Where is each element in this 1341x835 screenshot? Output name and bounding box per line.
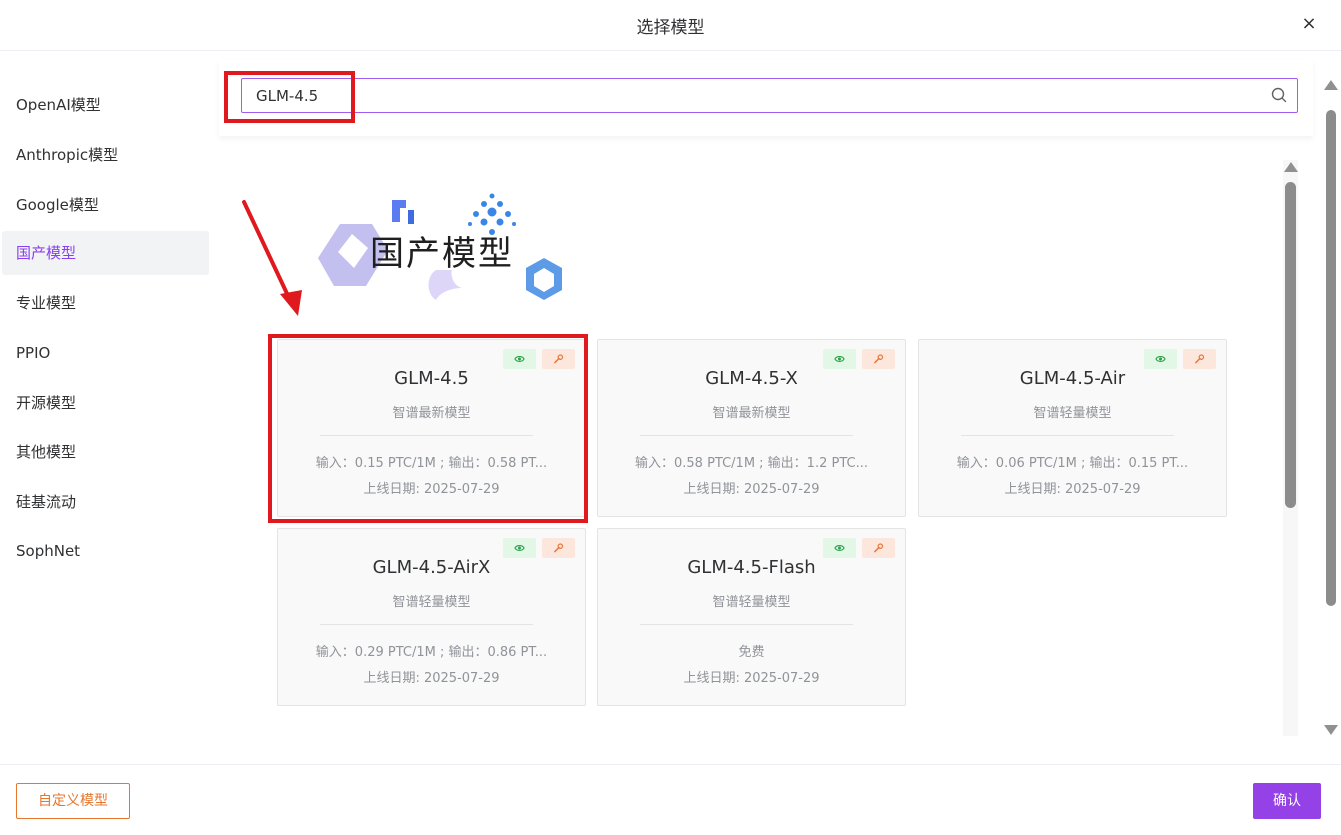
config-button[interactable] xyxy=(1183,349,1216,369)
wrench-icon xyxy=(874,354,884,364)
view-button[interactable] xyxy=(1144,349,1177,369)
wrench-icon xyxy=(554,543,564,553)
model-release-date: 上线日期: 2025-07-29 xyxy=(683,671,820,686)
divider xyxy=(640,624,853,625)
model-description: 智谱轻量模型 xyxy=(712,595,791,610)
config-button[interactable] xyxy=(862,538,895,558)
view-button[interactable] xyxy=(823,538,856,558)
model-price: 输入：0.29 PTC/1M ; 输出：0.86 PT... xyxy=(315,645,548,660)
confirm-button[interactable]: 确认 xyxy=(1253,783,1321,819)
category-banner: 国产模型 xyxy=(310,188,570,313)
eye-icon xyxy=(834,545,845,551)
dialog-title: 选择模型 xyxy=(636,18,705,38)
eye-icon xyxy=(1155,356,1166,362)
model-card-glm-4-5-x[interactable]: GLM-4.5-X 智谱最新模型 输入：0.58 PTC/1M ; 输出：1.2… xyxy=(597,339,906,517)
sidebar-item-professional[interactable]: 专业模型 xyxy=(2,281,209,325)
model-card-glm-4-5-air[interactable]: GLM-4.5-Air 智谱轻量模型 输入：0.06 PTC/1M ; 输出：0… xyxy=(918,339,1227,517)
annotation-highlight-card xyxy=(268,334,588,523)
scroll-down-arrow-icon[interactable] xyxy=(1324,725,1338,735)
eye-icon xyxy=(834,356,845,362)
wrench-icon xyxy=(874,543,884,553)
divider xyxy=(640,435,853,436)
model-release-date: 上线日期: 2025-07-29 xyxy=(683,482,820,497)
sidebar-item-siliconflow[interactable]: 硅基流动 xyxy=(2,480,209,524)
model-price: 免费 xyxy=(738,645,765,660)
dialog-header: 选择模型 × xyxy=(0,0,1341,51)
divider xyxy=(320,624,533,625)
banner-title: 国产模型 xyxy=(370,234,514,274)
config-button[interactable] xyxy=(542,538,575,558)
model-name: GLM-4.5-AirX xyxy=(372,557,491,578)
custom-model-button[interactable]: 自定义模型 xyxy=(16,783,130,819)
model-release-date: 上线日期: 2025-07-29 xyxy=(1004,482,1141,497)
view-button[interactable] xyxy=(503,538,536,558)
close-icon[interactable]: × xyxy=(1297,12,1321,36)
model-card-glm-4-5-flash[interactable]: GLM-4.5-Flash 智谱轻量模型 免费 上线日期: 2025-07-29 xyxy=(597,528,906,706)
search-field xyxy=(241,78,1298,113)
sidebar-item-open-source[interactable]: 开源模型 xyxy=(2,381,209,425)
scroll-up-arrow-icon[interactable] xyxy=(1284,162,1298,172)
search-bar-container xyxy=(219,60,1313,136)
model-card-glm-4-5-airx[interactable]: GLM-4.5-AirX 智谱轻量模型 输入：0.29 PTC/1M ; 输出：… xyxy=(277,528,586,706)
annotation-highlight-search xyxy=(224,71,355,123)
dialog-footer: 自定义模型 确认 xyxy=(0,764,1341,835)
scroll-up-arrow-icon[interactable] xyxy=(1324,80,1338,90)
outer-scrollbar[interactable] xyxy=(1324,80,1338,735)
sidebar-item-openai[interactable]: OpenAI模型 xyxy=(2,83,209,127)
model-price: 输入：0.06 PTC/1M ; 输出：0.15 PT... xyxy=(956,456,1189,471)
annotation-arrow-icon xyxy=(242,200,302,316)
sidebar-item-sophnet[interactable]: SophNet xyxy=(2,529,209,573)
eye-icon xyxy=(514,545,525,551)
sidebar-item-domestic[interactable]: 国产模型 xyxy=(2,231,209,275)
view-button[interactable] xyxy=(823,349,856,369)
config-button[interactable] xyxy=(862,349,895,369)
sidebar-item-ppio[interactable]: PPIO xyxy=(2,331,209,375)
sidebar-item-google[interactable]: Google模型 xyxy=(2,183,209,227)
search-icon[interactable] xyxy=(1269,85,1289,105)
wrench-icon xyxy=(1195,354,1205,364)
scrollbar-thumb[interactable] xyxy=(1285,182,1296,508)
model-description: 智谱轻量模型 xyxy=(1033,406,1112,421)
scrollbar-thumb[interactable] xyxy=(1326,110,1336,606)
model-list-scrollbar[interactable] xyxy=(1283,160,1298,736)
model-price: 输入：0.58 PTC/1M ; 输出：1.2 PTC... xyxy=(635,456,868,471)
sidebar-item-other[interactable]: 其他模型 xyxy=(2,430,209,474)
divider xyxy=(961,435,1174,436)
category-sidebar: OpenAI模型 Anthropic模型 Google模型 国产模型 专业模型 … xyxy=(0,51,215,764)
model-description: 智谱轻量模型 xyxy=(392,595,471,610)
sidebar-item-anthropic[interactable]: Anthropic模型 xyxy=(2,133,209,177)
model-description: 智谱最新模型 xyxy=(712,406,791,421)
model-name: GLM-4.5-Air xyxy=(1019,368,1126,389)
search-input[interactable] xyxy=(242,79,1252,112)
model-name: GLM-4.5-X xyxy=(705,368,798,389)
model-name: GLM-4.5-Flash xyxy=(687,557,816,578)
model-release-date: 上线日期: 2025-07-29 xyxy=(363,671,500,686)
